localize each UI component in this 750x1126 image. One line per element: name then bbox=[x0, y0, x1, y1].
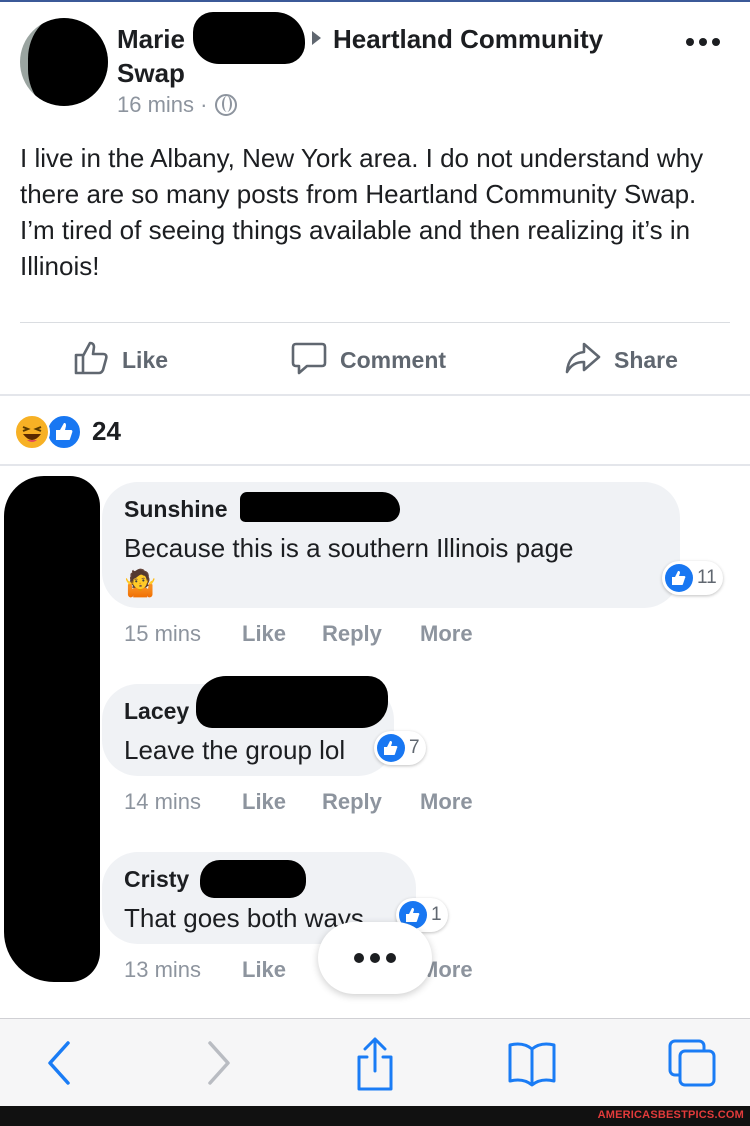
comment-text: Because this is a southern Illinois page bbox=[124, 533, 574, 563]
divider bbox=[0, 464, 750, 466]
like-count-value: 1 bbox=[431, 904, 442, 925]
like-count-value: 7 bbox=[409, 737, 420, 758]
like-reaction-icon bbox=[46, 414, 82, 450]
share-arrow-icon bbox=[564, 338, 602, 382]
comment-text: Leave the group lol bbox=[124, 735, 346, 765]
watermark-text: AMERICASBESTPICS.COM bbox=[597, 1109, 744, 1121]
comment-like-count[interactable]: 11 bbox=[662, 561, 723, 595]
divider bbox=[20, 322, 730, 323]
like-button[interactable]: Like bbox=[72, 340, 168, 380]
comment-like-button[interactable]: Like bbox=[242, 957, 286, 983]
redaction-mark bbox=[193, 12, 305, 64]
comment-author[interactable]: Sunshine bbox=[124, 496, 228, 523]
globe-icon bbox=[215, 94, 238, 116]
share-button[interactable]: Share bbox=[564, 340, 678, 380]
shrug-emoji: 🤷 bbox=[124, 568, 157, 598]
comment-like-count[interactable]: 7 bbox=[374, 731, 426, 765]
share-label: Share bbox=[614, 346, 678, 373]
speech-bubble-icon bbox=[290, 338, 328, 382]
redaction-mark bbox=[240, 492, 400, 522]
comment-like-button[interactable]: Like bbox=[242, 789, 286, 815]
comment-author[interactable]: Lacey bbox=[124, 698, 189, 725]
floating-more-button[interactable] bbox=[318, 922, 432, 994]
top-edge-line bbox=[0, 0, 750, 2]
comment-time: 15 mins bbox=[124, 621, 202, 646]
tabs-icon[interactable] bbox=[660, 1035, 720, 1091]
browser-toolbar bbox=[0, 1018, 750, 1107]
share-icon[interactable] bbox=[345, 1035, 405, 1091]
back-icon[interactable] bbox=[28, 1035, 88, 1091]
more-options-icon[interactable] bbox=[686, 38, 720, 46]
comment-button[interactable]: Comment bbox=[290, 340, 446, 380]
bookmarks-icon[interactable] bbox=[502, 1035, 562, 1091]
redaction-mark bbox=[4, 476, 100, 982]
comment-like-button[interactable]: Like bbox=[242, 621, 286, 647]
group-name[interactable]: Heartland Community bbox=[333, 22, 603, 56]
redaction-mark bbox=[200, 860, 306, 898]
comment-more-button[interactable]: More bbox=[420, 789, 473, 815]
caret-right-icon bbox=[312, 31, 321, 45]
like-label: Like bbox=[122, 346, 169, 373]
comment-time: 14 mins bbox=[124, 789, 202, 814]
thumbs-up-icon bbox=[377, 734, 405, 762]
haha-reaction-icon bbox=[14, 414, 50, 450]
comment-reply-button[interactable]: Reply bbox=[322, 621, 382, 647]
author-avatar[interactable] bbox=[20, 18, 108, 106]
comment-author[interactable]: Cristy bbox=[124, 866, 189, 893]
redaction-mark bbox=[196, 676, 388, 728]
forward-icon[interactable] bbox=[188, 1035, 248, 1091]
post-meta: 16 mins · bbox=[117, 92, 238, 118]
comment-label: Comment bbox=[340, 346, 447, 373]
post-text: I live in the Albany, New York area. I d… bbox=[20, 143, 704, 281]
post-time[interactable]: 16 mins · bbox=[117, 92, 207, 118]
comment-text: That goes both ways bbox=[124, 903, 364, 933]
like-count-value: 11 bbox=[697, 567, 717, 588]
comment-reply-button[interactable]: Reply bbox=[322, 789, 382, 815]
divider bbox=[0, 394, 750, 396]
comment-more-button[interactable]: More bbox=[420, 621, 473, 647]
author-name[interactable]: Marie bbox=[117, 22, 185, 56]
author-name-second-line[interactable]: Swap bbox=[117, 56, 185, 90]
thumbs-up-icon bbox=[72, 338, 110, 382]
comment-time: 13 mins bbox=[124, 957, 202, 982]
thumbs-up-icon bbox=[665, 564, 693, 592]
reaction-count[interactable]: 24 bbox=[92, 414, 121, 448]
